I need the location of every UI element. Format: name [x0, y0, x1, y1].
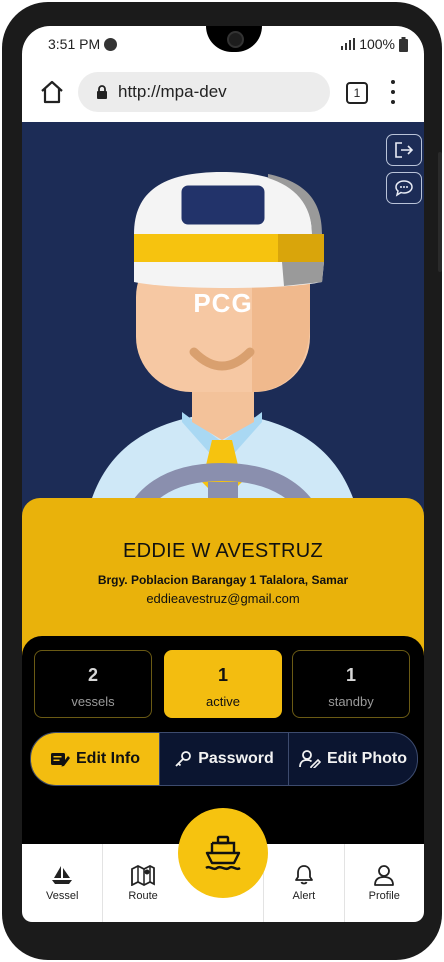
nav-profile-label: Profile [368, 890, 400, 902]
battery-icon [399, 36, 408, 52]
map-icon [131, 864, 155, 886]
signal-icon [341, 38, 356, 50]
stat-standby[interactable]: 1 standby [292, 650, 410, 718]
phone-frame: 3:51 PM 100% http://mpa-dev 1 PCG EDDIE … [2, 2, 442, 960]
stat-value: 1 [345, 665, 356, 685]
battery-percent: 100% [359, 36, 395, 52]
nav-vessel-label: Vessel [45, 890, 79, 902]
lock-icon [97, 85, 107, 99]
cap-badge-text: PCG [193, 288, 253, 318]
overflow-menu-icon[interactable] [388, 80, 398, 104]
nav-alert-label: Alert [292, 890, 316, 902]
edit-info-icon [51, 753, 70, 767]
profile-name: EDDIE W AVESTRUZ [122, 540, 323, 562]
ship-icon [205, 835, 241, 871]
power-button [438, 152, 442, 272]
stat-label: standby [328, 694, 374, 709]
edit-info-button[interactable]: Edit Info [31, 733, 159, 785]
user-edit-icon [299, 750, 321, 768]
nav-route[interactable]: Route [102, 844, 182, 922]
stat-label: vessels [71, 694, 115, 709]
profile-address: Brgy. Poblacion Barangay 1 Talalora, Sam… [97, 573, 349, 587]
logout-icon [395, 142, 414, 158]
stat-active[interactable]: 1 active [164, 650, 282, 718]
status-time: 3:51 PM [48, 36, 101, 52]
profile-icon [374, 865, 395, 886]
screen: 3:51 PM 100% http://mpa-dev 1 PCG EDDIE … [22, 26, 424, 922]
edit-info-label: Edit Info [76, 750, 140, 767]
chat-icon [395, 180, 413, 197]
tab-switcher-button[interactable]: 1 [346, 82, 368, 104]
vessel-fab-button[interactable] [178, 808, 268, 898]
nav-route-label: Route [128, 890, 158, 902]
nav-vessel[interactable]: Vessel [22, 844, 102, 922]
nav-profile[interactable]: Profile [343, 844, 424, 922]
captain-avatar-illustration [82, 172, 364, 542]
password-label: Password [198, 750, 274, 767]
home-icon[interactable] [38, 78, 66, 106]
sailboat-icon [52, 866, 73, 884]
stat-label: active [206, 694, 240, 709]
browser-toolbar: http://mpa-dev 1 [22, 62, 424, 122]
status-left: 3:51 PM [48, 36, 118, 52]
profile-hero: PCG [22, 122, 424, 542]
stat-value: 2 [87, 665, 98, 685]
url-text: http://mpa-dev [118, 82, 227, 101]
address-bar[interactable]: http://mpa-dev [78, 72, 330, 112]
stat-value: 1 [217, 665, 228, 685]
nav-alert[interactable]: Alert [263, 844, 343, 922]
spotify-icon [104, 37, 118, 51]
front-camera [227, 31, 244, 48]
password-button[interactable]: Password [159, 733, 288, 785]
edit-photo-label: Edit Photo [327, 750, 407, 767]
profile-actions: Edit Info Password Edit Photo [30, 732, 418, 786]
stat-vessels[interactable]: 2 vessels [34, 650, 152, 718]
status-right: 100% [341, 36, 408, 52]
logout-button[interactable] [386, 134, 422, 166]
edit-photo-button[interactable]: Edit Photo [288, 733, 417, 785]
bell-icon [294, 865, 313, 885]
chat-button[interactable] [386, 172, 422, 204]
key-icon [175, 751, 192, 767]
profile-email: eddieavestruz@gmail.com [146, 591, 300, 606]
